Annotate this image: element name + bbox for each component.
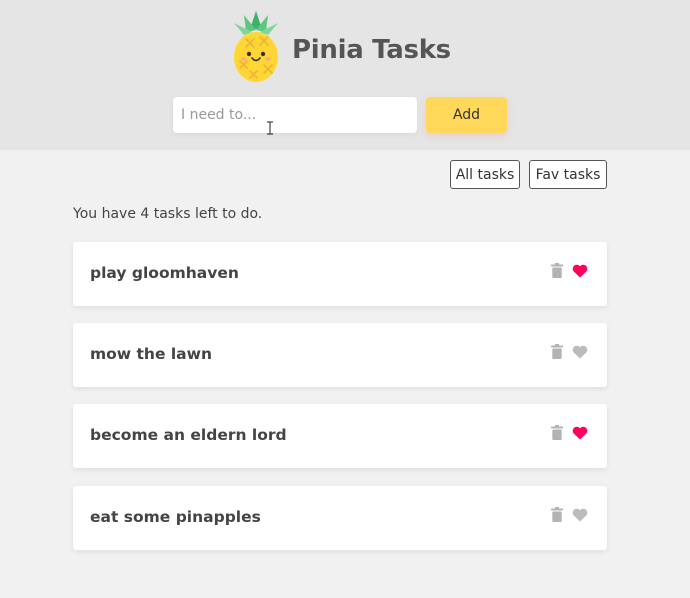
text-cursor-icon — [267, 121, 273, 135]
app-title: Pinia Tasks — [292, 35, 451, 65]
task-title: play gloomhaven — [90, 264, 239, 282]
trash-icon[interactable] — [551, 344, 563, 359]
task-title: mow the lawn — [90, 345, 212, 363]
heart-icon[interactable] — [572, 345, 588, 359]
pineapple-logo-icon — [234, 11, 278, 82]
new-task-input[interactable] — [173, 97, 417, 133]
task-item: eat some pinapples — [73, 486, 607, 550]
trash-icon[interactable] — [551, 425, 563, 440]
trash-icon[interactable] — [551, 507, 563, 522]
trash-icon[interactable] — [551, 263, 563, 278]
heart-icon[interactable] — [572, 426, 588, 440]
brand: Pinia Tasks — [230, 5, 460, 85]
add-task-button[interactable]: Add — [426, 97, 507, 133]
task-item: mow the lawn — [73, 323, 607, 387]
task-title: eat some pinapples — [90, 508, 261, 526]
app-header: Pinia Tasks Add — [0, 0, 690, 150]
task-title: become an eldern lord — [90, 426, 287, 444]
fav-tasks-button[interactable]: Fav tasks — [529, 160, 607, 189]
heart-icon[interactable] — [572, 264, 588, 278]
all-tasks-button[interactable]: All tasks — [450, 160, 520, 189]
tasks-left-summary: You have 4 tasks left to do. — [73, 206, 263, 222]
task-item: play gloomhaven — [73, 242, 607, 306]
task-item: become an eldern lord — [73, 404, 607, 468]
heart-icon[interactable] — [572, 508, 588, 522]
